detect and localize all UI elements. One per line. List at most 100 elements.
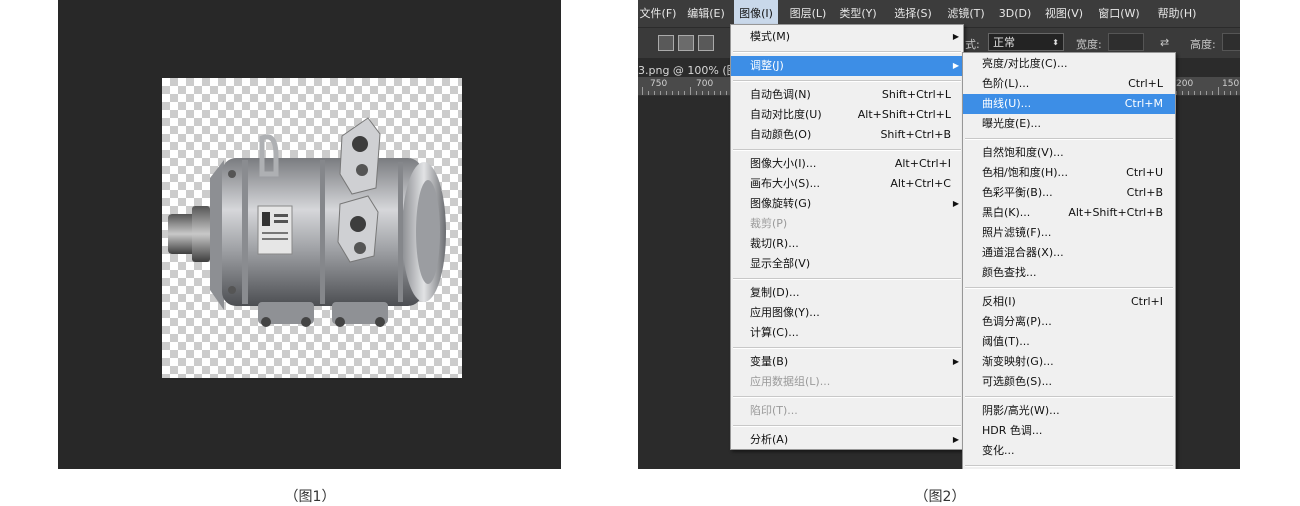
menu-item[interactable]: 自然饱和度(V)... (963, 143, 1175, 163)
menu-item[interactable]: 渐变映射(G)... (963, 352, 1175, 372)
image-menu: 模式(M) ▶ 调整(J) ▶ 自动色调(N) Shift+Ctrl+L 自动对比度(U) A… (730, 24, 964, 450)
ruler-tick (1200, 91, 1201, 95)
menubar-item[interactable]: 编辑(E) (684, 0, 728, 27)
menu-item-label: 陷印(T)... (750, 404, 798, 417)
menubar-item[interactable]: 文件(F) (638, 0, 678, 27)
menu-item-label: 计算(C)... (750, 326, 799, 339)
menu-item[interactable]: 自动颜色(O) Shift+Ctrl+B (731, 125, 963, 145)
menubar-item[interactable]: 窗口(W) (1094, 0, 1144, 27)
swap-icon[interactable]: ⇄ (1160, 36, 1169, 49)
menu-item-label: 阴影/高光(W)... (982, 404, 1060, 417)
menu-separator (733, 80, 961, 82)
menu-item: 裁剪(P) (731, 214, 963, 234)
menu-item[interactable]: 黑白(K)... Alt+Shift+Ctrl+B (963, 203, 1175, 223)
ruler-tick (678, 91, 679, 95)
menu-item-label: 色阶(L)... (982, 77, 1030, 90)
menu-item[interactable]: 画布大小(S)... Alt+Ctrl+C (731, 174, 963, 194)
menu-item[interactable]: 反相(I) Ctrl+I (963, 292, 1175, 312)
ruler-tick (684, 91, 685, 95)
menu-item[interactable]: 色彩平衡(B)... Ctrl+B (963, 183, 1175, 203)
ruler-tick (672, 91, 673, 95)
menu-item-label: 图像旋转(G) (750, 197, 812, 210)
menubar-item[interactable]: 滤镜(T) (944, 0, 988, 27)
menu-item[interactable]: 变化... (963, 441, 1175, 461)
figure-1-caption: （图1） (284, 489, 336, 505)
menu-item-shortcut: Ctrl+U (1126, 166, 1163, 179)
ruler-label: 200 (1176, 79, 1194, 89)
menu-item-shortcut: Alt+Ctrl+C (890, 177, 951, 190)
ruler-tick (1206, 91, 1207, 95)
ruler-tick (1176, 91, 1177, 95)
menu-item[interactable]: 照片滤镜(F)... (963, 223, 1175, 243)
style-select[interactable]: 正常 ⬍ (988, 33, 1064, 51)
menu-item[interactable]: 色阶(L)... Ctrl+L (963, 74, 1175, 94)
menu-item[interactable]: 颜色查找... (963, 263, 1175, 283)
menu-item[interactable]: 色调分离(P)... (963, 312, 1175, 332)
height-input[interactable] (1222, 33, 1240, 51)
menu-item-label: 黑白(K)... (982, 206, 1031, 219)
menubar-item[interactable]: 选择(S) (890, 0, 936, 27)
menu-item[interactable]: 可选颜色(S)... (963, 372, 1175, 392)
menubar-item[interactable]: 图层(L) (786, 0, 830, 27)
ruler-tick (654, 91, 655, 95)
menu-item-label: 曝光度(E)... (982, 117, 1042, 130)
document-tab[interactable]: 3.png @ 100% (图 (638, 62, 738, 78)
menu-item[interactable]: 显示全部(V) (731, 254, 963, 274)
menu-item-label: HDR 色调... (982, 424, 1043, 437)
menu-item-label: 通道混合器(X)... (982, 246, 1064, 259)
menu-item[interactable]: 调整(J) ▶ (731, 56, 963, 76)
ruler-tick (1224, 91, 1225, 95)
menu-item[interactable]: 曝光度(E)... (963, 114, 1175, 134)
menu-item[interactable]: 自动色调(N) Shift+Ctrl+L (731, 85, 963, 105)
menubar-item[interactable]: 3D(D) (996, 0, 1034, 27)
subtract-selection-icon[interactable] (698, 35, 714, 51)
menu-item-label: 裁剪(P) (750, 217, 788, 230)
menu-item[interactable]: 自动对比度(U) Alt+Shift+Ctrl+L (731, 105, 963, 125)
ruler-tick (648, 91, 649, 95)
menu-item[interactable]: 亮度/对比度(C)... (963, 54, 1175, 74)
menu-item[interactable]: 图像旋转(G) ▶ (731, 194, 963, 214)
ruler-label: 700 (696, 79, 714, 89)
menu-item[interactable]: 阴影/高光(W)... (963, 401, 1175, 421)
ruler-tick (726, 91, 727, 95)
ruler-label: 750 (650, 79, 668, 89)
menu-item[interactable]: 色相/饱和度(H)... Ctrl+U (963, 163, 1175, 183)
menu-item[interactable]: 变量(B) ▶ (731, 352, 963, 372)
menu-item[interactable]: 图像大小(I)... Alt+Ctrl+I (731, 154, 963, 174)
ruler-tick (720, 91, 721, 95)
menu-item: 应用数据组(L)... (731, 372, 963, 392)
menu-item-label: 反相(I) (982, 295, 1016, 308)
ruler-tick (1218, 87, 1219, 95)
dropdown-arrow-icon: ⬍ (1052, 38, 1059, 47)
ruler-tick (1236, 91, 1237, 95)
menu-item[interactable]: 阈值(T)... (963, 332, 1175, 352)
menu-item[interactable]: 通道混合器(X)... (963, 243, 1175, 263)
width-input[interactable] (1108, 33, 1144, 51)
menu-separator (733, 425, 961, 427)
menu-separator (965, 138, 1173, 140)
add-selection-icon[interactable] (678, 35, 694, 51)
menu-item[interactable]: 分析(A) ▶ (731, 430, 963, 450)
new-selection-icon[interactable] (658, 35, 674, 51)
menu-item-label: 曲线(U)... (982, 97, 1032, 110)
menu-item[interactable]: 复制(D)... (731, 283, 963, 303)
menu-item-shortcut: Alt+Shift+Ctrl+B (1068, 206, 1163, 219)
menu-item[interactable]: 裁切(R)... (731, 234, 963, 254)
menubar-item[interactable]: 视图(V) (1042, 0, 1086, 27)
menu-item[interactable]: 应用图像(Y)... (731, 303, 963, 323)
menu-separator (733, 51, 961, 53)
menu-item[interactable]: 计算(C)... (731, 323, 963, 343)
menubar-item[interactable]: 图像(I) (734, 0, 778, 27)
submenu-arrow-icon: ▶ (952, 357, 959, 366)
menubar-item[interactable]: 类型(Y) (836, 0, 880, 27)
menu-item-label: 分析(A) (750, 433, 789, 446)
ruler-tick (714, 91, 715, 95)
menu-item-label: 色相/饱和度(H)... (982, 166, 1069, 179)
menu-item[interactable]: 模式(M) ▶ (731, 27, 963, 47)
menu-item-label: 亮度/对比度(C)... (982, 57, 1068, 70)
menu-item[interactable]: 曲线(U)... Ctrl+M (963, 94, 1175, 114)
ruler-tick (660, 91, 661, 95)
menubar-item[interactable]: 帮助(H) (1152, 0, 1202, 27)
menu-item[interactable]: HDR 色调... (963, 421, 1175, 441)
menu-item-label: 颜色查找... (982, 266, 1037, 279)
